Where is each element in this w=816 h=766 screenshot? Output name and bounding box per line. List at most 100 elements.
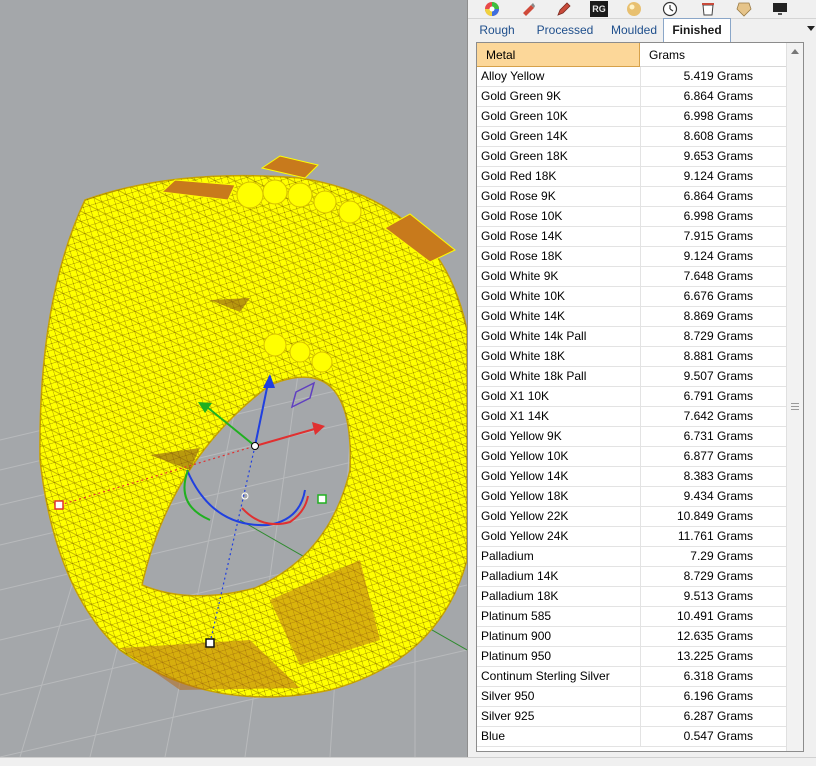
table-row[interactable]: Gold Yellow 14K 8.383 Grams [477,467,803,487]
table-row[interactable]: Gold Rose 14K 7.915 Grams [477,227,803,247]
table-row[interactable]: Gold Yellow 10K 6.877 Grams [477,447,803,467]
table-row[interactable]: Palladium 7.29 Grams [477,547,803,567]
table-row[interactable]: Platinum 585 10.491 Grams [477,607,803,627]
table-row[interactable]: Continum Sterling Silver 6.318 Grams [477,667,803,687]
grams-cell: 7.648 Grams [683,269,753,283]
metal-cell: Gold X1 10K [481,389,550,403]
dial-clock-icon[interactable] [662,1,678,17]
grams-cell: 5.419 Grams [683,69,753,83]
vertical-scrollbar[interactable] [786,43,803,751]
grams-cell: 6.318 Grams [683,669,753,683]
scroll-grip-icon[interactable] [791,403,799,412]
metal-cell: Platinum 950 [481,649,552,663]
table-row[interactable]: Silver 925 6.287 Grams [477,707,803,727]
gumball-center[interactable] [251,442,259,450]
gem-icon[interactable] [736,1,752,17]
metal-cell: Gold Yellow 22K [481,509,569,523]
table-row[interactable]: Gold X1 10K 6.791 Grams [477,387,803,407]
table-row[interactable]: Gold Red 18K 9.124 Grams [477,167,803,187]
metal-cell: Palladium [481,549,534,563]
render-cube-icon[interactable] [520,1,536,17]
table-row[interactable]: Blue 0.547 Grams [477,727,803,747]
ring-model[interactable] [39,155,467,698]
scroll-up-arrow-icon[interactable] [791,49,799,54]
table-row[interactable]: Palladium 14K 8.729 Grams [477,567,803,587]
grams-cell: 6.864 Grams [683,89,753,103]
grams-cell: 7.642 Grams [683,409,753,423]
table-row[interactable]: Gold Rose 18K 9.124 Grams [477,247,803,267]
metal-cell: Palladium 14K [481,569,559,583]
table-row[interactable]: Alloy Yellow 5.419 Grams [477,67,803,87]
grams-cell: 9.513 Grams [683,589,753,603]
grams-cell: 6.196 Grams [683,689,753,703]
3d-viewport[interactable] [0,0,467,757]
material-sphere-icon[interactable] [626,1,642,17]
metal-cell: Platinum 585 [481,609,552,623]
plane-handle[interactable] [290,381,316,409]
column-header-grams[interactable]: Grams [640,43,803,67]
metal-cell: Gold White 9K [481,269,559,283]
viewport-canvas[interactable] [0,0,467,757]
table-body: Alloy Yellow 5.419 Grams Gold Green 9K 6.86… [477,67,803,747]
metal-cell: Gold Rose 18K [481,249,563,263]
properties-panel: RG Rough Processed Moulded Finished Meta… [467,0,816,757]
metal-cell: Gold White 14k Pall [481,329,587,343]
table-row[interactable]: Gold Yellow 18K 9.434 Grams [477,487,803,507]
table-row[interactable]: Silver 950 6.196 Grams [477,687,803,707]
metal-cell: Gold White 10K [481,289,566,303]
table-row[interactable]: Platinum 950 13.225 Grams [477,647,803,667]
metal-cell: Gold White 14K [481,309,566,323]
table-row[interactable]: Gold White 14K 8.869 Grams [477,307,803,327]
tab-moulded[interactable]: Moulded [604,19,664,41]
table-row[interactable]: Gold Green 9K 6.864 Grams [477,87,803,107]
table-row[interactable]: Gold Rose 10K 6.998 Grams [477,207,803,227]
table-row[interactable]: Gold Yellow 22K 10.849 Grams [477,507,803,527]
table-row[interactable]: Gold White 9K 7.648 Grams [477,267,803,287]
cup-icon[interactable] [700,1,716,17]
table-row[interactable]: Gold White 18K 8.881 Grams [477,347,803,367]
grams-cell: 6.877 Grams [683,449,753,463]
table-row[interactable]: Gold Green 14K 8.608 Grams [477,127,803,147]
tab-rough[interactable]: Rough [474,19,520,41]
metal-cell: Gold Green 10K [481,109,568,123]
tab-processed[interactable]: Processed [530,19,600,41]
grams-cell: 8.729 Grams [683,569,753,583]
tab-menu-arrow-icon[interactable] [807,26,815,31]
table-row[interactable]: Gold X1 14K 7.642 Grams [477,407,803,427]
grams-cell: 9.653 Grams [683,149,753,163]
x-scale-handle[interactable] [54,500,64,510]
grams-cell: 8.383 Grams [683,469,753,483]
metal-cell: Alloy Yellow [481,69,545,83]
table-row[interactable]: Gold Yellow 9K 6.731 Grams [477,427,803,447]
metal-cell: Gold Red 18K [481,169,557,183]
x-axis-arrow[interactable] [254,427,319,447]
tab-finished[interactable]: Finished [663,18,731,42]
grams-cell: 7.29 Grams [690,549,753,563]
table-row[interactable]: Gold White 18k Pall 9.507 Grams [477,367,803,387]
grams-cell: 6.864 Grams [683,189,753,203]
table-row[interactable]: Gold Green 18K 9.653 Grams [477,147,803,167]
rg-plugin-icon[interactable]: RG [590,1,608,17]
table-row[interactable]: Gold White 10K 6.676 Grams [477,287,803,307]
table-row[interactable]: Platinum 900 12.635 Grams [477,627,803,647]
table-row[interactable]: Gold Rose 9K 6.864 Grams [477,187,803,207]
grams-cell: 7.915 Grams [683,229,753,243]
y-scale-handle[interactable] [317,494,327,504]
metal-cell: Gold Rose 10K [481,209,563,223]
grams-cell: 9.124 Grams [683,249,753,263]
metal-cell: Continum Sterling Silver [481,669,610,683]
table-row[interactable]: Gold Yellow 24K 11.761 Grams [477,527,803,547]
table-row[interactable]: Palladium 18K 9.513 Grams [477,587,803,607]
table-row[interactable]: Gold Green 10K 6.998 Grams [477,107,803,127]
z-scale-handle[interactable] [205,638,215,648]
grams-cell: 11.761 Grams [677,529,753,543]
grams-cell: 13.225 Grams [676,649,753,663]
table-row[interactable]: Gold White 14k Pall 8.729 Grams [477,327,803,347]
pen-tool-icon[interactable] [556,1,572,17]
color-wheel-icon[interactable] [484,1,500,17]
rotation-arc-green[interactable] [183,469,211,521]
grams-cell: 6.731 Grams [683,429,753,443]
display-icon[interactable] [772,1,788,17]
grams-cell: 0.547 Grams [683,729,753,743]
column-header-metal[interactable]: Metal [477,43,640,67]
